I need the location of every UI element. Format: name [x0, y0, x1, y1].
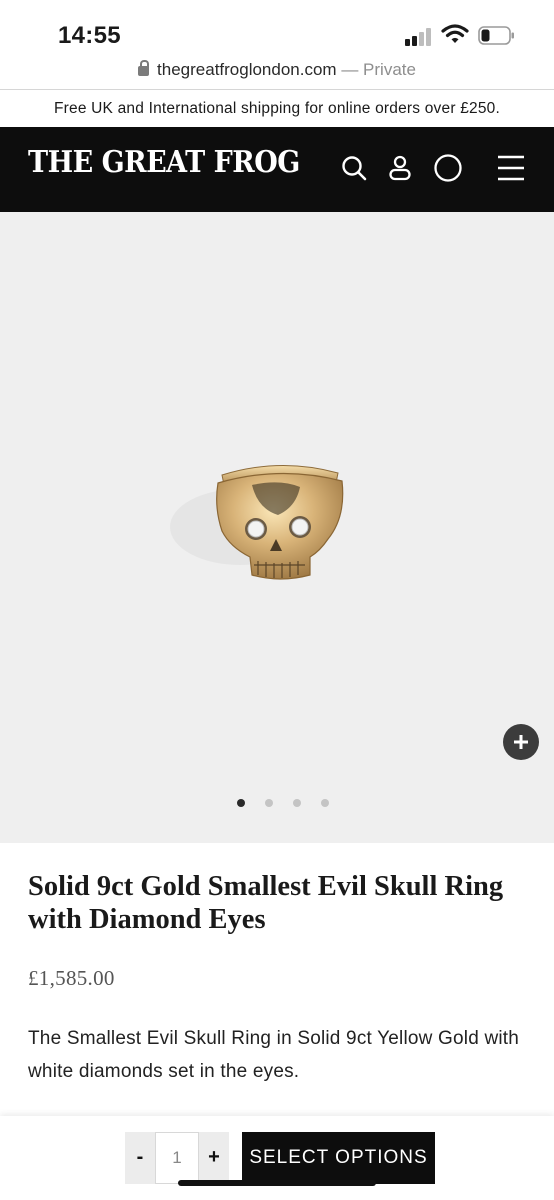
product-gallery[interactable] — [0, 212, 554, 843]
account-icon[interactable] — [381, 149, 419, 187]
sticky-cart-bar: - 1 + SELECT OPTIONS — [0, 1116, 554, 1200]
home-indicator[interactable] — [178, 1180, 376, 1186]
site-header: THE GREAT FROG — [0, 127, 554, 212]
product-price: £1,585.00 — [28, 966, 115, 990]
slide-indicators — [0, 799, 554, 807]
plus-icon — [514, 735, 528, 749]
url-text: thegreatfroglondon.com — [157, 60, 337, 79]
zoom-button[interactable] — [503, 724, 539, 760]
status-bar: 14:55 — [0, 0, 554, 56]
cart-icon[interactable] — [429, 149, 467, 187]
select-options-button[interactable]: SELECT OPTIONS — [242, 1132, 435, 1184]
decrement-button[interactable]: - — [125, 1132, 155, 1184]
product-description: The Smallest Evil Skull Ring in Solid 9c… — [28, 1028, 520, 1082]
battery-icon — [478, 26, 514, 45]
url-bar[interactable]: thegreatfroglondon.com — Private — [0, 56, 554, 90]
slide-dot[interactable] — [321, 799, 329, 807]
shipping-banner: Free UK and International shipping for o… — [53, 100, 500, 117]
increment-button[interactable]: + — [199, 1132, 229, 1184]
search-icon[interactable] — [335, 149, 373, 187]
url-separator: — — [336, 60, 364, 79]
product-title: Solid 9ct Gold Smallest Evil Skull Ring … — [28, 871, 504, 935]
private-label: Private — [363, 60, 416, 79]
status-time: 14:55 — [58, 22, 121, 49]
signal-icon — [405, 28, 435, 46]
slide-dot[interactable] — [293, 799, 301, 807]
quantity-input[interactable]: 1 — [155, 1132, 199, 1184]
site-logo[interactable]: THE GREAT FROG — [28, 145, 300, 180]
slide-dot[interactable] — [237, 799, 245, 807]
wifi-icon — [441, 23, 469, 45]
quantity-stepper: - 1 + — [125, 1132, 229, 1184]
slide-dot[interactable] — [265, 799, 273, 807]
skull-ring-image[interactable] — [160, 457, 360, 607]
menu-icon[interactable] — [492, 149, 530, 187]
lock-icon — [138, 60, 150, 76]
